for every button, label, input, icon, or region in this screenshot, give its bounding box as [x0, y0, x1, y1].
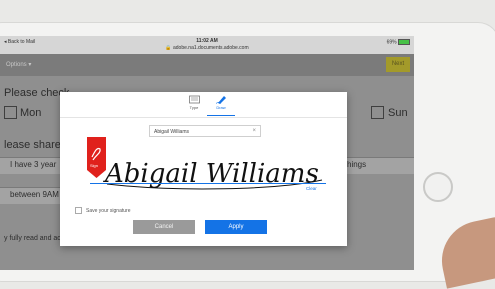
- status-bar: ◂ Back to Mail 11:02 AM 🔒 adobe.na1.docu…: [0, 36, 414, 54]
- hours-value: between 9AM: [10, 190, 59, 199]
- sun-checkbox[interactable]: [371, 106, 384, 119]
- save-signature-checkbox[interactable]: [75, 207, 82, 214]
- battery-icon: [398, 39, 410, 45]
- apply-button[interactable]: Apply: [205, 220, 267, 234]
- svg-text:Sign: Sign: [90, 163, 98, 168]
- tab-draw[interactable]: Draw: [207, 95, 235, 116]
- url-bar[interactable]: 🔒 adobe.na1.documents.adobe.com: [0, 45, 414, 51]
- document-toolbar: Options ▾ Next: [0, 54, 414, 76]
- cancel-button[interactable]: Cancel: [133, 220, 195, 234]
- battery-percent: 69%: [386, 39, 397, 46]
- tablet-screen: ◂ Back to Mail 11:02 AM 🔒 adobe.na1.docu…: [0, 36, 414, 270]
- signer-name-field[interactable]: Abigail Williams ×: [149, 125, 261, 137]
- drawn-signature: Abigail Williams: [103, 159, 319, 189]
- experience-value: I have 3 year: [10, 160, 57, 169]
- tab-divider: [60, 117, 347, 118]
- tab-type[interactable]: Type: [180, 95, 208, 115]
- battery-indicator: 69%: [387, 39, 410, 45]
- clock: 11:02 AM: [196, 38, 218, 44]
- tab-draw-label: Draw: [216, 105, 226, 110]
- signature-baseline: [90, 183, 326, 184]
- experience-value-end: hings: [347, 160, 367, 169]
- mon-checkbox[interactable]: [4, 106, 17, 119]
- next-button[interactable]: Next: [386, 57, 410, 72]
- options-menu[interactable]: Options ▾: [6, 61, 31, 68]
- save-signature-label: Save your signature: [86, 208, 131, 214]
- url-text: adobe.na1.documents.adobe.com: [173, 45, 249, 51]
- home-button[interactable]: [423, 172, 453, 202]
- signature-dialog: Type Draw Abigail Williams × Abigail Wil…: [60, 92, 347, 246]
- keyboard-icon: [188, 95, 200, 104]
- clear-input-icon[interactable]: ×: [252, 128, 256, 135]
- sun-label: Sun: [388, 107, 408, 119]
- signature-canvas[interactable]: Abigail Williams: [77, 142, 326, 197]
- tab-type-label: Type: [189, 105, 199, 110]
- signer-name-value: Abigail Williams: [154, 129, 190, 135]
- mon-label: Mon: [20, 107, 42, 119]
- sign-here-flag: Sign: [87, 137, 106, 178]
- clear-signature-link[interactable]: Clear: [306, 186, 317, 191]
- pen-icon: [215, 96, 226, 104]
